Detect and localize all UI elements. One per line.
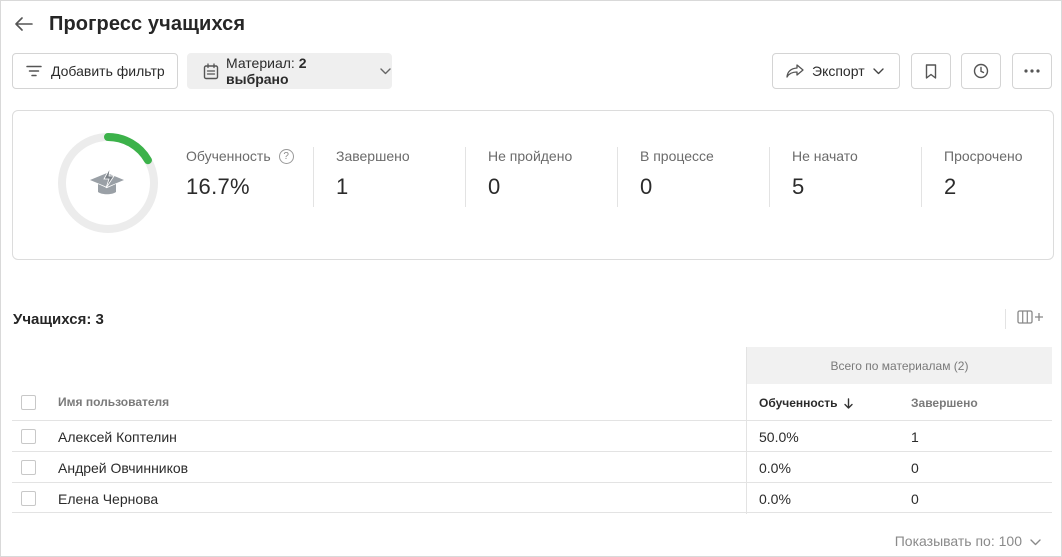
cell-name: Алексей Коптелин [58, 429, 177, 445]
help-icon[interactable]: ? [278, 148, 294, 164]
table-row[interactable]: Елена Чернова 0.0% 0 [12, 482, 1052, 513]
stat-completed: Завершено 1 [336, 148, 410, 206]
page-title: Прогресс учащихся [49, 12, 246, 35]
row-checkbox[interactable] [21, 491, 36, 506]
stat-overdue: Просрочено 2 [944, 148, 1023, 206]
divider [465, 147, 466, 207]
cell-completed: 0 [911, 460, 919, 476]
page-header: Прогресс учащихся [13, 11, 245, 37]
column-header-name[interactable]: Имя пользователя [58, 395, 169, 409]
stat-progress: Обученность ? 16.7% [186, 148, 294, 206]
learners-count: Учащихся: 3 [13, 311, 104, 328]
table-row[interactable]: Андрей Овчинников 0.0% 0 [12, 451, 1052, 482]
cell-progress: 50.0% [759, 429, 799, 445]
stat-value: 0 [488, 174, 501, 199]
divider [769, 147, 770, 207]
share-arrow-icon [786, 64, 804, 78]
stats-card: Обученность ? 16.7% Завершено 1 Не пройд… [12, 110, 1054, 260]
clock-icon [973, 63, 989, 79]
sort-arrow-down-icon [843, 397, 853, 409]
material-label: Материал: [226, 55, 295, 71]
column-header-completed[interactable]: Завершено [911, 396, 978, 410]
calendar-icon [203, 62, 219, 80]
stat-label: В процессе [640, 148, 714, 164]
cell-name: Андрей Овчинников [58, 460, 189, 476]
stat-value: 16.7% [186, 174, 250, 199]
stat-not-started: Не начато 5 [792, 148, 858, 206]
more-options-button[interactable] [1012, 53, 1052, 89]
chevron-down-icon [380, 67, 391, 75]
group-header: Всего по материалам (2) [746, 347, 1052, 384]
export-label: Экспорт [812, 63, 865, 79]
divider [313, 147, 314, 207]
stat-label: Не пройдено [488, 148, 573, 164]
stat-value: 0 [640, 174, 653, 199]
bookmark-button[interactable] [911, 53, 951, 89]
row-checkbox[interactable] [21, 429, 36, 444]
stat-in-progress: В процессе 0 [640, 148, 714, 206]
bookmark-icon [925, 63, 937, 79]
history-button[interactable] [961, 53, 1001, 89]
filter-lines-icon [26, 65, 42, 77]
page-size-selector[interactable]: Показывать по: 100 [895, 533, 1041, 549]
add-filter-button[interactable]: Добавить фильтр [12, 53, 178, 89]
chevron-down-icon [872, 67, 884, 75]
cell-progress: 0.0% [759, 460, 791, 476]
material-filter-button[interactable]: Материал: 2 выбрано [187, 53, 392, 89]
add-filter-label: Добавить фильтр [51, 63, 165, 79]
cell-completed: 1 [911, 429, 919, 445]
export-button[interactable]: Экспорт [772, 53, 900, 89]
stat-value: 2 [944, 174, 957, 199]
back-arrow-icon[interactable] [13, 13, 35, 35]
cell-completed: 0 [911, 491, 919, 507]
chevron-down-icon [1030, 533, 1041, 549]
app-window: Прогресс учащихся Добавить фильтр Матери… [0, 0, 1062, 557]
table-row[interactable]: Алексей Коптелин 50.0% 1 [12, 420, 1052, 451]
graduation-cap-icon [90, 167, 124, 195]
stat-label: Завершено [336, 148, 410, 164]
stat-label: Просрочено [944, 148, 1023, 164]
divider [921, 147, 922, 207]
columns-settings-button[interactable] [1005, 309, 1045, 329]
columns-add-icon [1017, 309, 1045, 329]
cell-progress: 0.0% [759, 491, 791, 507]
stat-label: Не начато [792, 148, 858, 164]
stat-not-passed: Не пройдено 0 [488, 148, 572, 206]
divider [617, 147, 618, 207]
column-header-progress-label: Обученность [759, 396, 838, 410]
column-header-progress[interactable]: Обученность [759, 396, 853, 410]
select-all-checkbox[interactable] [21, 395, 36, 410]
cell-name: Елена Чернова [58, 491, 159, 507]
stat-label: Обученность [186, 148, 271, 164]
page-size-label: Показывать по: 100 [894, 533, 1022, 549]
progress-donut [55, 130, 161, 236]
stat-value: 1 [336, 174, 349, 199]
stat-value: 5 [792, 174, 805, 199]
more-dots-icon [1024, 69, 1040, 73]
row-checkbox[interactable] [21, 460, 36, 475]
